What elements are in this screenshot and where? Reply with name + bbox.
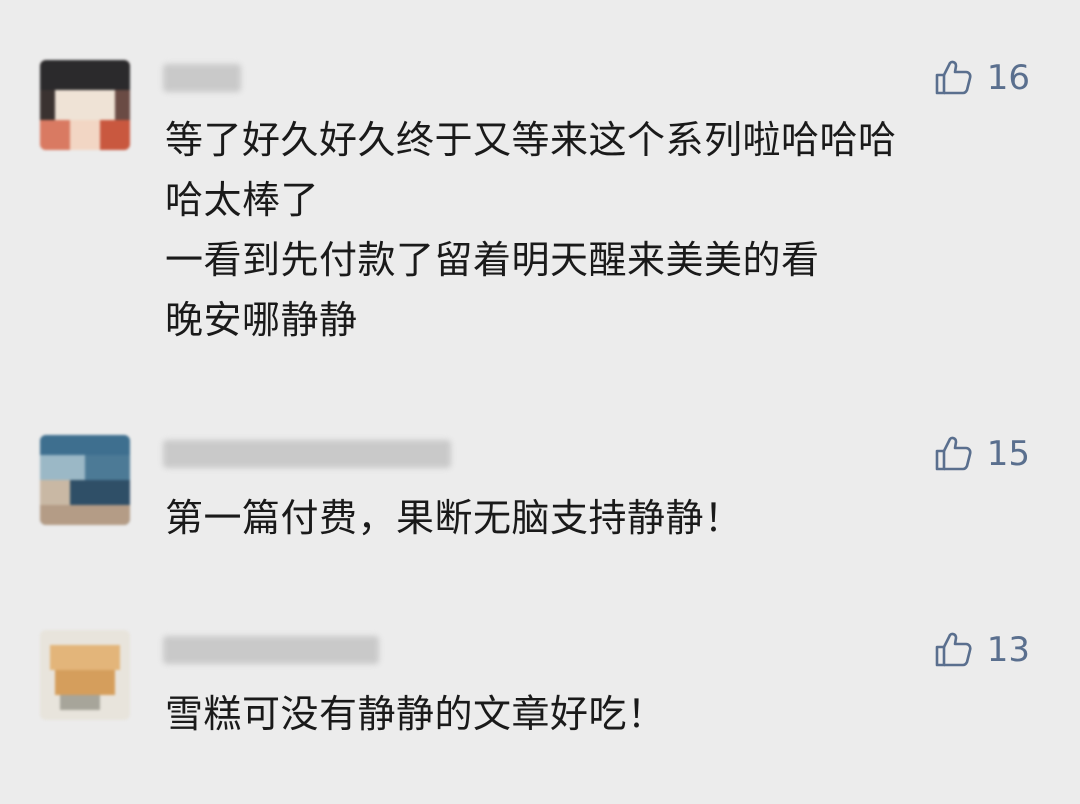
avatar[interactable] bbox=[40, 630, 130, 720]
comment-text: 第一篇付费，果断无脑支持静静！ bbox=[165, 488, 1025, 548]
like-button[interactable]: 15 bbox=[933, 434, 1030, 474]
like-count: 16 bbox=[986, 58, 1030, 98]
thumbs-up-icon bbox=[935, 632, 972, 667]
comment-line: 晚安哪静静 bbox=[165, 298, 358, 342]
comment-line: 哈太棒了 bbox=[165, 178, 320, 222]
comment-line: 雪糕可没有静静的文章好吃！ bbox=[165, 692, 666, 736]
comment-text: 等了好久好久终于又等来这个系列啦哈哈哈 哈太棒了 一看到先付款了留着明天醒来美美… bbox=[165, 110, 1025, 350]
avatar[interactable] bbox=[40, 435, 130, 525]
comment-line: 第一篇付费，果断无脑支持静静！ bbox=[165, 496, 743, 540]
thumbs-up-icon bbox=[935, 436, 972, 471]
comment-line: 一看到先付款了留着明天醒来美美的看 bbox=[165, 238, 820, 282]
username-blurred[interactable] bbox=[163, 636, 379, 664]
comment-line: 等了好久好久终于又等来这个系列啦哈哈哈 bbox=[165, 118, 897, 162]
username-blurred[interactable] bbox=[163, 440, 451, 468]
thumbs-up-icon bbox=[935, 60, 972, 95]
like-count: 15 bbox=[986, 434, 1030, 474]
comment-text: 雪糕可没有静静的文章好吃！ bbox=[165, 684, 1025, 744]
avatar[interactable] bbox=[40, 60, 130, 150]
like-count: 13 bbox=[986, 630, 1030, 670]
like-button[interactable]: 16 bbox=[933, 58, 1030, 98]
username-blurred[interactable] bbox=[163, 64, 241, 92]
like-button[interactable]: 13 bbox=[933, 630, 1030, 670]
